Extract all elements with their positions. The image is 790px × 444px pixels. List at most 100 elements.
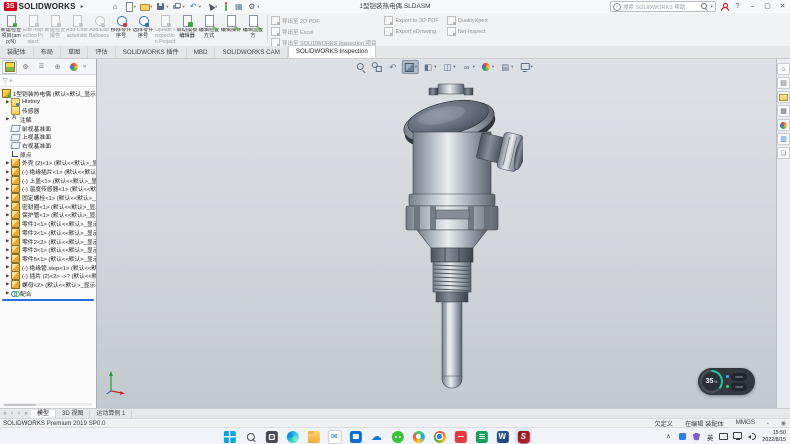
- search-caret-icon[interactable]: ▾: [710, 4, 713, 10]
- view-tool[interactable]: [402, 60, 419, 74]
- tray-icon[interactable]: [664, 432, 673, 441]
- ribbon-tab[interactable]: SOLIDWORKS CAM: [215, 47, 287, 58]
- edit-operations-button[interactable]: 编辑操作: [220, 14, 242, 46]
- tree-item[interactable]: ▶ (-) 上盖<1> (默认<<默认>_显示状: [0, 176, 96, 185]
- tree-item[interactable]: ▶ 零件1<1> (默认<<默认>_显示状态: [0, 219, 96, 228]
- tree-item[interactable]: ▶ 原点: [0, 150, 96, 159]
- print-icon[interactable]: [171, 1, 185, 12]
- save-icon[interactable]: [155, 1, 169, 12]
- tree-item[interactable]: ▶ 外壳 (2)<1> (默认<<默认>_显示状: [0, 159, 96, 168]
- tree-item[interactable]: ▶ (-) 温度传感器<1> (默认<<默认>_: [0, 185, 96, 194]
- tree-item[interactable]: ▶ 右视基准面: [0, 141, 96, 150]
- taskbar-app[interactable]: [515, 429, 532, 444]
- panel-tab[interactable]: [66, 60, 81, 74]
- new-inspection-project-button[interactable]: 新建检查项目(amp;N): [0, 14, 22, 46]
- ribbon-tab[interactable]: SOLIDWORKS Inspection: [288, 45, 376, 58]
- tree-item[interactable]: ▶ 上视基准面: [0, 132, 96, 141]
- tree-item[interactable]: ▶ 前视基准面: [0, 124, 96, 133]
- taskbar-app[interactable]: [368, 429, 385, 444]
- help-search-input[interactable]: ? 搜索 SOLIDWORKS 帮助 ▾: [610, 1, 716, 12]
- graphics-viewport[interactable]: 35%: [97, 59, 777, 408]
- restore-button[interactable]: ▢: [762, 0, 773, 13]
- panel-tab[interactable]: [34, 60, 49, 74]
- tree-filter-row[interactable]: ▽ ▾: [0, 75, 96, 87]
- display-grid-icon[interactable]: [233, 1, 244, 12]
- tray-icon[interactable]: [692, 432, 701, 441]
- new-inspection-report-button[interactable]: 新建检查报告: [44, 14, 66, 46]
- view-tool[interactable]: [354, 60, 368, 74]
- edit-inspection-methods-button[interactable]: 编辑检查方式: [198, 14, 220, 46]
- model-3d[interactable]: [383, 82, 523, 390]
- new-icon[interactable]: [123, 1, 137, 12]
- ime-language-indicator[interactable]: 英: [707, 432, 714, 442]
- ribbon-tab[interactable]: SOLIDWORKS 插件: [116, 47, 187, 58]
- taskbar-app[interactable]: [389, 429, 406, 444]
- taskbar-clock[interactable]: 15:50 2022/8/15: [762, 430, 786, 443]
- ribbon-tab[interactable]: 评估: [88, 47, 115, 58]
- minimize-button[interactable]: –: [747, 0, 758, 13]
- tree-item[interactable]: ▶ (-) 绝缘管.step<1> (默认<<默认>: [0, 263, 96, 272]
- undo-icon[interactable]: [188, 1, 202, 12]
- tree-item[interactable]: ▶ 零件3<1> (默认<<默认>_显示状态: [0, 245, 96, 254]
- task-pane-icon[interactable]: [777, 91, 790, 103]
- taskbar-app[interactable]: [473, 429, 490, 444]
- tree-horizontal-scrollbar[interactable]: [2, 403, 92, 406]
- tree-item[interactable]: ▶ (-) 绝缘插片<1> (默认<<默认>_显示: [0, 167, 96, 176]
- task-pane-icon[interactable]: [777, 105, 790, 117]
- login-user-icon[interactable]: [720, 3, 728, 11]
- edit-inspection-project-button[interactable]: Edit Inspection Project: [22, 14, 44, 46]
- scrollbar-thumb[interactable]: [4, 404, 36, 406]
- taskbar-app[interactable]: [347, 429, 364, 444]
- panel-tab[interactable]: [18, 60, 33, 74]
- add-characteristic-button[interactable]: Add Characteristic: [66, 14, 88, 46]
- ribbon-tab[interactable]: 草图: [61, 47, 88, 58]
- search-icon[interactable]: [701, 3, 708, 10]
- help-button[interactable]: ?: [732, 0, 743, 13]
- tree-item[interactable]: ▶ 传感器: [0, 106, 96, 115]
- taskbar-app[interactable]: [452, 429, 469, 444]
- panel-tabs-overflow-icon[interactable]: »: [83, 64, 86, 70]
- export-menu-item[interactable]: 导出至 Excel: [271, 27, 376, 36]
- add-edit-balloons-button[interactable]: Add/Edit Balloons: [88, 14, 110, 46]
- launch-template-editor-button[interactable]: 启动模板编辑器: [176, 14, 198, 46]
- panel-tab[interactable]: [50, 60, 65, 74]
- ribbon-tab[interactable]: MBD: [187, 47, 216, 58]
- tree-item[interactable]: ▶ 密封圈<1> (默认<<默认>_显示状: [0, 202, 96, 211]
- close-button[interactable]: ✕: [777, 0, 788, 13]
- export-menu-item[interactable]: 导出至 2D PDF: [271, 16, 376, 25]
- tree-item[interactable]: ▶ History: [0, 98, 96, 107]
- view-tool[interactable]: [498, 60, 515, 74]
- view-tool[interactable]: [386, 60, 400, 74]
- tree-item[interactable]: ▶ 零件5<1> (默认<<默认>_显示状态: [0, 254, 96, 263]
- view-tool[interactable]: [460, 60, 477, 74]
- view-tool[interactable]: [479, 60, 496, 74]
- task-pane-icon[interactable]: [777, 77, 790, 89]
- remove-balloons-button[interactable]: 移除零件序号: [110, 14, 132, 46]
- tree-item[interactable]: ▶ 1型铠装热电偶 (默认<默认_显示状态-1: [0, 89, 96, 98]
- zoom-overlay-widget[interactable]: 35%: [698, 368, 755, 395]
- tray-icon[interactable]: [747, 432, 756, 441]
- taskbar-app[interactable]: [305, 429, 322, 444]
- status-customize-icon[interactable]: ◉: [781, 420, 786, 427]
- edit-monitor-button[interactable]: 编辑监查方: [242, 14, 264, 46]
- logo-flyout-arrow-icon[interactable]: ▸: [81, 3, 84, 10]
- taskbar-app[interactable]: [410, 429, 427, 444]
- view-tool[interactable]: [517, 60, 534, 74]
- filter-caret-icon[interactable]: ▾: [10, 78, 12, 84]
- export-menu-item[interactable]: Export eDrawing: [384, 27, 438, 36]
- taskbar-app[interactable]: [431, 429, 448, 444]
- update-inspection-project-button[interactable]: Update Inspection Project: [154, 14, 176, 46]
- home-icon[interactable]: [110, 1, 121, 12]
- taskbar-app[interactable]: [221, 429, 238, 444]
- task-pane-icon[interactable]: [777, 63, 790, 75]
- view-tool[interactable]: [370, 60, 384, 74]
- options-icon[interactable]: [246, 1, 260, 12]
- task-pane-icon[interactable]: [777, 119, 790, 131]
- view-tool[interactable]: [440, 60, 457, 74]
- tree-item[interactable]: ▶ 注解: [0, 115, 96, 124]
- widget-button-bottom[interactable]: [731, 383, 747, 391]
- task-pane-icon[interactable]: [777, 147, 790, 159]
- tray-icon[interactable]: [733, 432, 742, 441]
- view-tool[interactable]: [421, 60, 438, 74]
- export-menu-item[interactable]: Net-Inspect: [447, 27, 488, 36]
